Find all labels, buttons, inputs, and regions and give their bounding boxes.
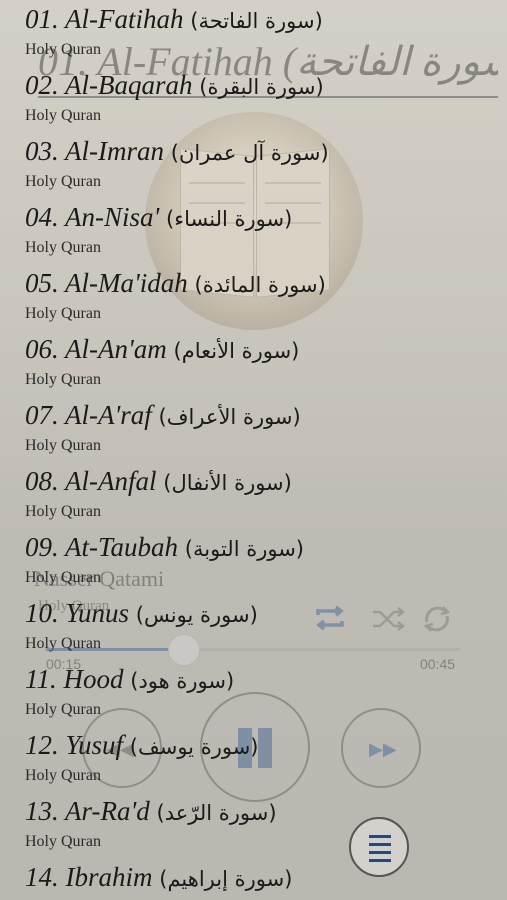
surah-name: 10. Yunus [25,598,130,628]
surah-name: 02. Al-Baqarah [25,70,193,100]
surah-subtitle: Holy Quran [25,173,101,190]
surah-title: 12. Yusuf (سورة يوسف) [25,730,259,761]
surah-name: 12. Yusuf [25,730,124,760]
surah-arabic-name: (سورة هود) [130,669,235,693]
surah-subtitle: Holy Quran [25,239,101,256]
surah-subtitle: Holy Quran [25,371,101,388]
surah-title: 10. Yunus (سورة يونس) [25,598,258,629]
surah-name: 01. Al-Fatihah [25,4,184,34]
surah-name: 03. Al-Imran [25,136,164,166]
surah-arabic-name: (سورة الأعراف) [158,405,301,429]
app-screen: 01. Al-Fatihah (سورة الفاتحة) Nasser Qat… [0,0,507,900]
surah-arabic-name: (سورة الفاتحة) [190,9,323,33]
surah-subtitle: Holy Quran [25,503,101,520]
surah-name: 05. Al-Ma'idah [25,268,188,298]
surah-subtitle: Holy Quran [25,107,101,124]
surah-name: 04. An-Nisa' [25,202,160,232]
surah-subtitle: Holy Quran [25,569,101,586]
surah-subtitle: Holy Quran [25,41,101,58]
surah-arabic-name: (سورة المائدة) [194,273,326,297]
list-item[interactable]: 07. Al-A'raf (سورة الأعراف) Holy Quran [0,400,507,466]
surah-subtitle: Holy Quran [25,767,101,784]
list-item[interactable]: 05. Al-Ma'idah (سورة المائدة) Holy Quran [0,268,507,334]
surah-arabic-name: (سورة الرّعد) [156,801,277,825]
surah-title: 01. Al-Fatihah (سورة الفاتحة) [25,4,323,35]
surah-title: 09. At-Taubah (سورة التوبة) [25,532,304,563]
surah-name: 07. Al-A'raf [25,400,152,430]
surah-title: 13. Ar-Ra'd (سورة الرّعد) [25,796,277,827]
list-item[interactable]: 04. An-Nisa' (سورة النساء) Holy Quran [0,202,507,268]
surah-subtitle: Holy Quran [25,305,101,322]
list-item[interactable]: 11. Hood (سورة هود) Holy Quran [0,664,507,730]
surah-title: 08. Al-Anfal (سورة الأنفال) [25,466,292,497]
surah-subtitle: Holy Quran [25,833,101,850]
surah-name: 09. At-Taubah [25,532,179,562]
surah-arabic-name: (سورة يونس) [135,603,258,627]
list-item[interactable]: 14. Ibrahim (سورة إبراهيم)Holy Quran [0,862,507,900]
surah-arabic-name: (سورة إبراهيم) [159,867,293,891]
surah-name: 13. Ar-Ra'd [25,796,150,826]
surah-arabic-name: (سورة يوسف) [129,735,259,759]
surah-subtitle: Holy Quran [25,437,101,454]
surah-title: 11. Hood (سورة هود) [25,664,234,695]
surah-arabic-name: (سورة التوبة) [184,537,304,561]
list-item[interactable]: 08. Al-Anfal (سورة الأنفال) Holy Quran [0,466,507,532]
surah-title: 03. Al-Imran (سورة آل عمران) [25,136,329,167]
surah-title: 06. Al-An'am (سورة الأنعام) [25,334,299,365]
list-item[interactable]: 01. Al-Fatihah (سورة الفاتحة) Holy Quran [0,4,507,70]
surah-subtitle: Holy Quran [25,635,101,652]
surah-name: 14. Ibrahim [25,862,153,892]
list-item[interactable]: 02. Al-Baqarah (سورة البقرة) Holy Quran [0,70,507,136]
list-item[interactable]: 13. Ar-Ra'd (سورة الرّعد) Holy Quran [0,796,507,862]
surah-arabic-name: (سورة آل عمران) [170,141,329,165]
list-item[interactable]: 09. At-Taubah (سورة التوبة) Holy Quran [0,532,507,598]
surah-arabic-name: (سورة البقرة) [199,75,324,99]
surah-list-overlay: 01. Al-Fatihah (سورة الفاتحة) Holy Quran 0… [0,0,507,900]
list-item[interactable]: 10. Yunus (سورة يونس) Holy Quran [0,598,507,664]
surah-arabic-name: (سورة الأنفال) [163,471,292,495]
surah-title: 02. Al-Baqarah (سورة البقرة) [25,70,324,101]
surah-title: 05. Al-Ma'idah (سورة المائدة) [25,268,326,299]
surah-name: 08. Al-Anfal [25,466,157,496]
list-menu-icon [369,835,391,838]
list-item[interactable]: 12. Yusuf (سورة يوسف) Holy Quran [0,730,507,796]
surah-title: 14. Ibrahim (سورة إبراهيم) [25,862,292,893]
menu-button[interactable] [349,817,409,877]
list-item[interactable]: 03. Al-Imran (سورة آل عمران) Holy Quran [0,136,507,202]
surah-arabic-name: (سورة الأنعام) [173,339,300,363]
list-item[interactable]: 06. Al-An'am (سورة الأنعام) Holy Quran [0,334,507,400]
surah-name: 06. Al-An'am [25,334,167,364]
surah-title: 04. An-Nisa' (سورة النساء) [25,202,292,233]
surah-arabic-name: (سورة النساء) [166,207,293,231]
surah-name: 11. Hood [25,664,124,694]
surah-subtitle: Holy Quran [25,701,101,718]
surah-title: 07. Al-A'raf (سورة الأعراف) [25,400,301,431]
